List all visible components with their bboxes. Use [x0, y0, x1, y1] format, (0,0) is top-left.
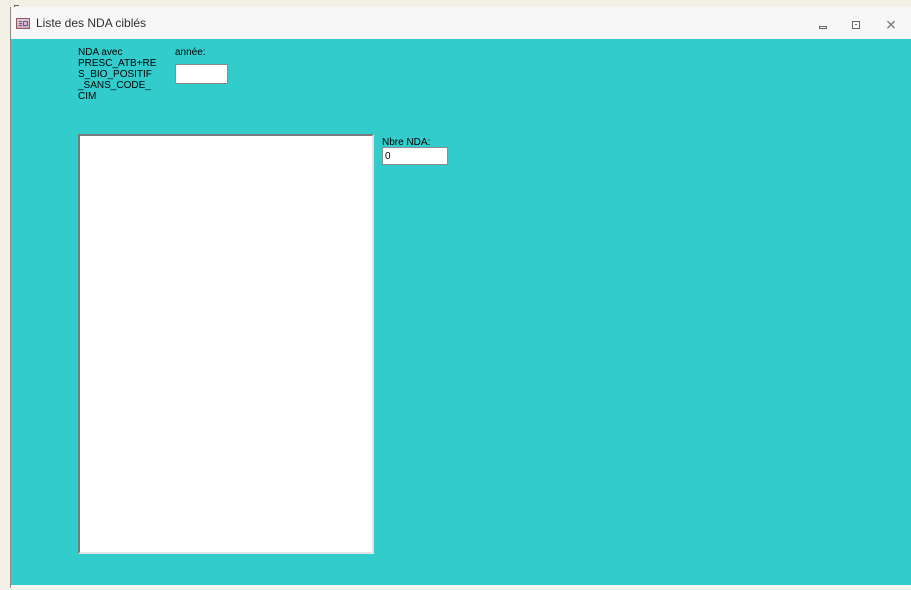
year-label: année: — [175, 47, 206, 58]
nda-count-field[interactable] — [382, 147, 448, 165]
window-title: Liste des NDA ciblés — [36, 16, 147, 30]
close-button[interactable]: ⨯ — [883, 17, 899, 33]
access-form-window: Liste des NDA ciblés ⨯ NDA avec PRESC_AT… — [10, 7, 911, 588]
minimize-button[interactable] — [815, 17, 831, 33]
window-titlebar[interactable]: Liste des NDA ciblés ⨯ — [11, 7, 911, 39]
form-body: NDA avec PRESC_ATB+RE S_BIO_POSITIF _SAN… — [11, 39, 911, 585]
close-icon: ⨯ — [885, 17, 897, 33]
restore-icon — [852, 21, 860, 29]
minimize-icon — [819, 26, 827, 29]
form-icon — [16, 18, 30, 29]
nda-list-label: NDA avec PRESC_ATB+RE S_BIO_POSITIF _SAN… — [78, 47, 157, 102]
restore-button[interactable] — [848, 17, 864, 33]
nda-listbox[interactable] — [78, 134, 374, 554]
year-input[interactable] — [175, 64, 228, 84]
